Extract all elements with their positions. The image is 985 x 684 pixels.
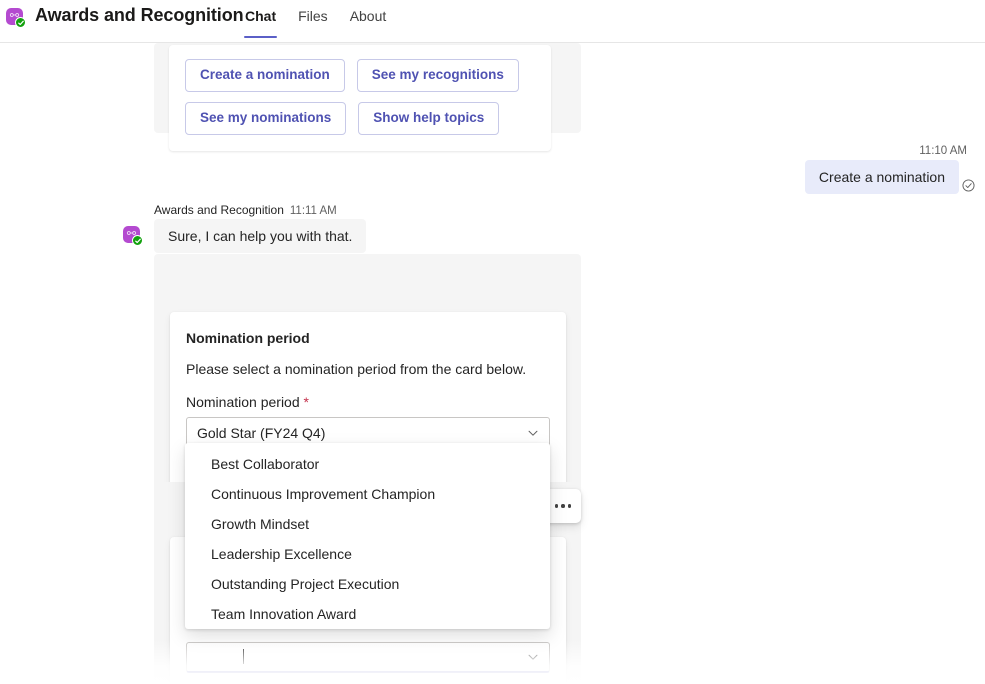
chevron-down-icon <box>526 426 540 440</box>
dropdown-option-continuous-improvement-champion[interactable]: Continuous Improvement Champion <box>185 479 550 509</box>
suggested-actions-row-1: Create a nomination See my recognitions <box>185 59 535 92</box>
chat-message-list[interactable]: Create a nomination See my recognitions … <box>0 43 985 684</box>
sender-avatar: ⚯ <box>123 226 143 246</box>
see-my-recognitions-button[interactable]: See my recognitions <box>356 59 519 92</box>
outgoing-message-timestamp: 11:10 AM <box>919 145 967 157</box>
available-check-icon <box>15 17 26 28</box>
dropdown-option-leadership-excellence[interactable]: Leadership Excellence <box>185 539 550 569</box>
nomination-period-selected-value: Gold Star (FY24 Q4) <box>197 424 326 441</box>
dropdown-option-outstanding-project-execution[interactable]: Outstanding Project Execution <box>185 569 550 599</box>
see-my-nominations-button[interactable]: See my nominations <box>185 101 347 135</box>
chevron-down-icon <box>526 650 540 664</box>
tab-about[interactable]: About <box>339 8 398 38</box>
award-options-dropdown[interactable]: Best Collaborator Continuous Improvement… <box>185 443 550 629</box>
app-header: ⚯ Awards and Recognition Chat Files Abou… <box>0 0 985 43</box>
dropdown-option-growth-mindset[interactable]: Growth Mindset <box>185 509 550 539</box>
outgoing-message-bubble[interactable]: Create a nomination <box>804 160 959 194</box>
more-horizontal-icon <box>554 504 572 508</box>
suggested-actions-card: Create a nomination See my recognitions … <box>169 45 551 151</box>
dropdown-option-best-collaborator[interactable]: Best Collaborator <box>185 449 550 479</box>
incoming-message-bubble[interactable]: Sure, I can help you with that. <box>154 219 367 253</box>
delivered-check-icon <box>962 179 975 192</box>
incoming-message-timestamp: 11:11 AM <box>289 205 337 217</box>
show-help-topics-button[interactable]: Show help topics <box>358 101 500 135</box>
more-options-button[interactable] <box>545 489 581 523</box>
tab-chat[interactable]: Chat <box>234 8 287 38</box>
page-title: Awards and Recognition <box>35 5 244 25</box>
text-cursor <box>243 649 244 664</box>
app-avatar: ⚯ <box>6 8 26 28</box>
tab-files[interactable]: Files <box>287 8 339 38</box>
nomination-period-label: Nomination period * <box>186 394 550 410</box>
field-label-text: Nomination period <box>186 394 300 410</box>
award-select-input[interactable] <box>186 642 550 673</box>
available-check-icon <box>132 235 143 246</box>
required-marker: * <box>303 394 309 410</box>
create-nomination-button[interactable]: Create a nomination <box>185 59 345 92</box>
card-description: Please select a nomination period from t… <box>186 361 527 377</box>
card-title: Nomination period <box>186 330 310 346</box>
teams-chat-window: ⚯ Awards and Recognition Chat Files Abou… <box>0 0 985 684</box>
incoming-sender-name: Awards and Recognition <box>154 203 284 217</box>
dropdown-option-team-innovation-award[interactable]: Team Innovation Award <box>185 599 550 629</box>
suggested-actions-row-2: See my nominations Show help topics <box>185 101 535 135</box>
incoming-message-meta: Awards and Recognition 11:11 AM <box>154 203 337 217</box>
tab-bar: Chat Files About <box>234 8 397 38</box>
